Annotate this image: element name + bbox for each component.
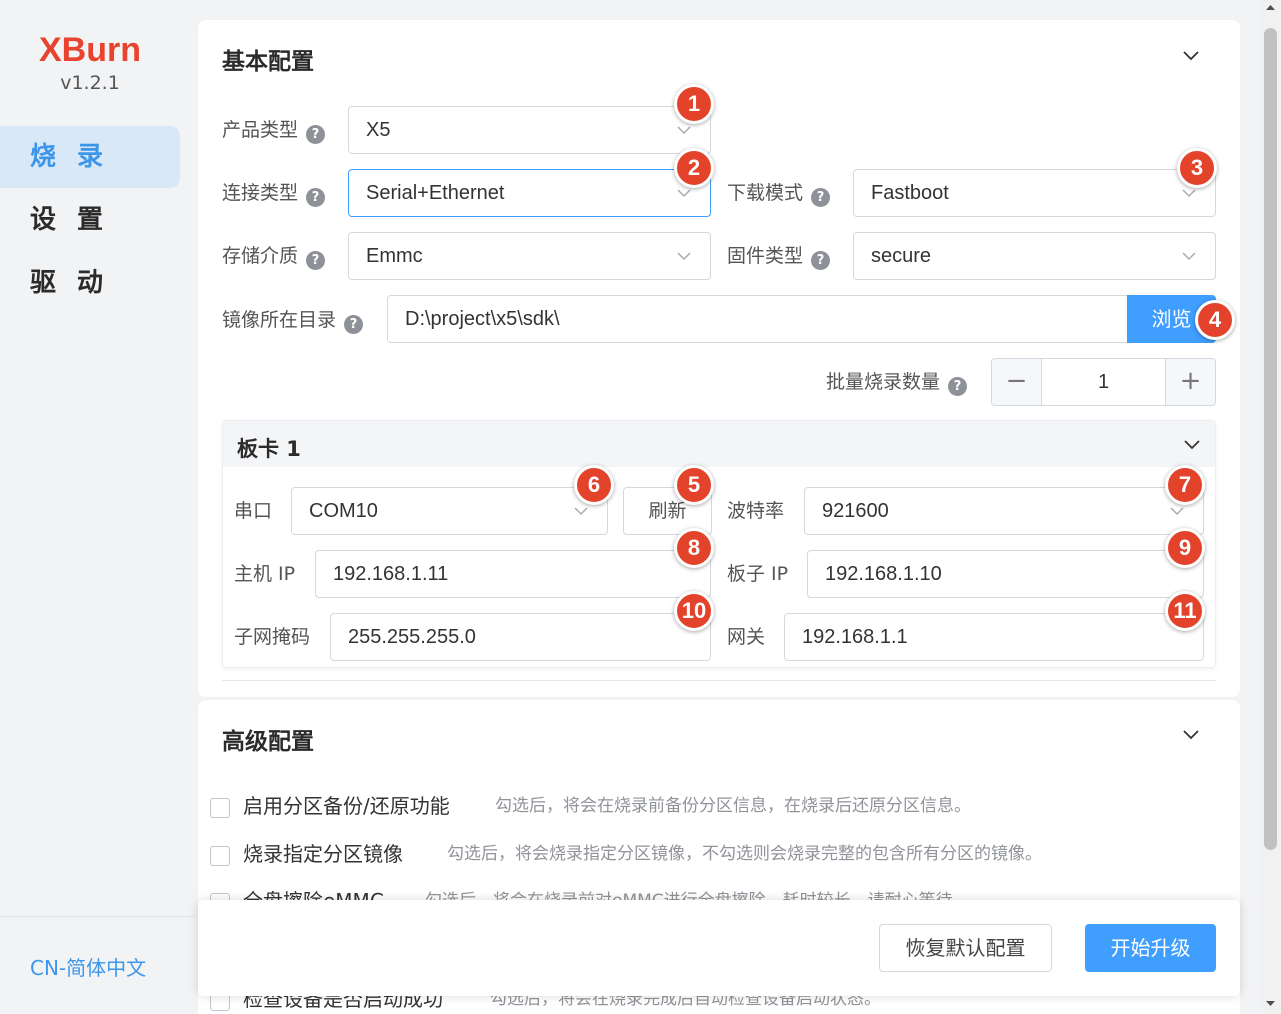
- serial-port-value: COM10: [309, 500, 378, 522]
- board-header[interactable]: 板卡 1: [223, 421, 1215, 467]
- sidebar-item-drivers[interactable]: 驱 动: [0, 252, 180, 314]
- marker-badge: 1: [674, 84, 714, 124]
- board-title: 板卡 1: [237, 437, 301, 461]
- sidebar: XBurn v1.2.1 烧 录 设 置 驱 动 CN-简体中文: [0, 0, 194, 1014]
- storage-select[interactable]: Emmc: [348, 232, 711, 280]
- marker-badge: 5: [674, 465, 714, 505]
- netmask-label: 子网掩码: [234, 626, 311, 648]
- firmware-type-value: secure: [871, 245, 932, 267]
- decrease-button[interactable]: −: [992, 359, 1042, 405]
- question-circle-icon[interactable]: ?: [306, 125, 326, 144]
- host-ip-input[interactable]: 192.168.1.11: [315, 550, 711, 598]
- download-mode-select[interactable]: Fastboot: [853, 169, 1216, 217]
- question-circle-icon[interactable]: ?: [306, 251, 326, 270]
- gateway-label: 网关: [727, 626, 766, 648]
- partition-backup-desc: 勾选后，将会在烧录前备份分区信息，在烧录后还原分区信息。: [495, 796, 971, 816]
- question-circle-icon[interactable]: ?: [811, 251, 831, 270]
- storage-value: Emmc: [366, 245, 423, 267]
- question-circle-icon[interactable]: ?: [811, 188, 831, 207]
- connect-type-value: Serial+Ethernet: [366, 182, 505, 204]
- collapse-board-icon[interactable]: [1183, 435, 1201, 453]
- question-circle-icon[interactable]: ?: [948, 377, 968, 396]
- storage-label: 存储介质?: [222, 244, 326, 270]
- marker-badge: 11: [1165, 591, 1205, 631]
- increase-button[interactable]: +: [1165, 359, 1215, 405]
- chevron-down-icon: [573, 503, 589, 519]
- connect-type-select[interactable]: Serial+Ethernet: [348, 169, 711, 217]
- marker-badge: 2: [674, 148, 714, 188]
- action-bar: 恢复默认配置 开始升级: [198, 900, 1240, 996]
- reset-defaults-button[interactable]: 恢复默认配置: [879, 924, 1052, 972]
- baud-rate-select[interactable]: 921600: [804, 487, 1204, 535]
- sidebar-item-settings[interactable]: 设 置: [0, 189, 180, 251]
- panel-divider: [222, 680, 1216, 681]
- serial-port-label: 串口: [234, 500, 273, 522]
- question-circle-icon[interactable]: ?: [306, 188, 326, 207]
- board-ip-input[interactable]: 192.168.1.10: [807, 550, 1204, 598]
- start-upgrade-button[interactable]: 开始升级: [1085, 924, 1216, 972]
- chevron-down-icon: [1181, 248, 1197, 264]
- marker-badge: 7: [1165, 465, 1205, 505]
- download-mode-value: Fastboot: [871, 182, 949, 204]
- marker-badge: 3: [1177, 148, 1217, 188]
- batch-count-stepper[interactable]: − 1 +: [991, 358, 1216, 406]
- marker-badge: 10: [674, 591, 714, 631]
- chevron-down-icon: [676, 248, 692, 264]
- specific-partition-checkbox[interactable]: [210, 846, 230, 866]
- chevron-down-icon: [1169, 503, 1185, 519]
- image-dir-input[interactable]: D:\project\x5\sdk\: [387, 295, 1129, 343]
- serial-port-select[interactable]: COM10: [291, 487, 608, 535]
- partition-backup-checkbox[interactable]: [210, 798, 230, 818]
- connect-type-label: 连接类型?: [222, 181, 326, 207]
- app-logo: XBurn: [39, 31, 141, 69]
- download-mode-label: 下载模式?: [727, 181, 831, 207]
- scroll-up-icon[interactable]: [1265, 2, 1276, 13]
- question-circle-icon[interactable]: ?: [344, 315, 364, 334]
- sidebar-item-burn[interactable]: 烧 录: [0, 126, 180, 188]
- batch-count-label: 批量烧录数量?: [826, 370, 968, 396]
- sidebar-divider: [0, 916, 194, 917]
- marker-badge: 9: [1165, 528, 1205, 568]
- product-type-value: X5: [366, 119, 391, 141]
- collapse-advanced-icon[interactable]: [1182, 725, 1200, 743]
- scroll-down-icon[interactable]: [1265, 998, 1276, 1009]
- specific-partition-label: 烧录指定分区镜像: [243, 842, 403, 866]
- marker-badge: 4: [1195, 300, 1235, 340]
- board-ip-label: 板子 IP: [727, 563, 789, 585]
- netmask-input[interactable]: 255.255.255.0: [330, 613, 711, 661]
- product-type-label: 产品类型?: [222, 118, 326, 144]
- host-ip-label: 主机 IP: [234, 563, 296, 585]
- firmware-type-select[interactable]: secure: [853, 232, 1216, 280]
- advanced-config-title: 高级配置: [222, 729, 314, 755]
- baud-rate-label: 波特率: [727, 500, 785, 522]
- image-dir-label: 镜像所在目录?: [222, 308, 364, 334]
- batch-count-value[interactable]: 1: [1042, 359, 1165, 405]
- specific-partition-desc: 勾选后，将会烧录指定分区镜像，不勾选则会烧录完整的包含所有分区的镜像。: [447, 844, 1042, 864]
- gateway-input[interactable]: 192.168.1.1: [784, 613, 1204, 661]
- product-type-select[interactable]: X5: [348, 106, 711, 154]
- scrollbar-thumb[interactable]: [1264, 28, 1277, 850]
- chevron-down-icon: [676, 122, 692, 138]
- partition-backup-label: 启用分区备份/还原功能: [243, 794, 450, 818]
- basic-config-title: 基本配置: [222, 49, 314, 75]
- collapse-basic-icon[interactable]: [1182, 46, 1200, 64]
- marker-badge: 8: [674, 528, 714, 568]
- firmware-type-label: 固件类型?: [727, 244, 831, 270]
- baud-rate-value: 921600: [822, 500, 889, 522]
- app-version: v1.2.1: [60, 72, 120, 94]
- language-switch[interactable]: CN-简体中文: [30, 952, 146, 981]
- marker-badge: 6: [574, 465, 614, 505]
